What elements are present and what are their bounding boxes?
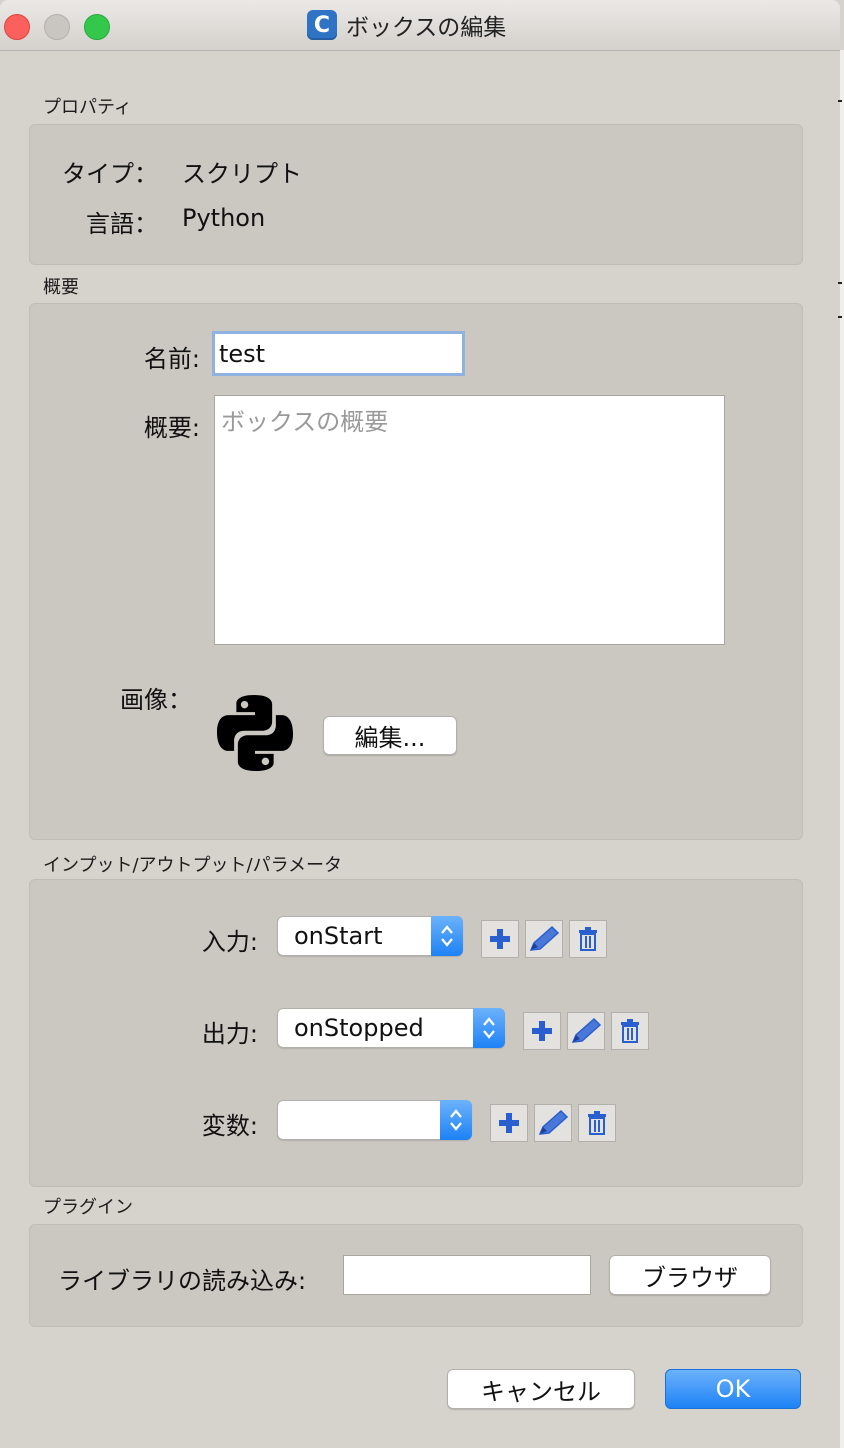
edit-pencil-icon (571, 1017, 602, 1043)
name-field[interactable] (212, 331, 465, 376)
description-label: 概要: (143, 414, 200, 442)
app-icon: C (307, 10, 337, 40)
cancel-button[interactable]: キャンセル (447, 1369, 635, 1409)
python-logo-icon (216, 694, 294, 772)
edit-pencil-icon (529, 925, 560, 951)
language-value: Python (182, 204, 266, 232)
output-label: 出力: (201, 1020, 258, 1048)
trash-icon (621, 1019, 639, 1043)
stepper-arrows-icon (431, 916, 463, 956)
library-path-field[interactable] (343, 1255, 591, 1295)
edge-mark (838, 100, 842, 102)
overview-section-label: 概要 (43, 277, 79, 298)
properties-section-label: プロパティ (43, 97, 132, 118)
window-edge (840, 50, 844, 1448)
edit-pencil-icon (538, 1109, 569, 1135)
ok-button[interactable]: OK (665, 1369, 801, 1409)
image-edit-button[interactable]: 編集... (323, 716, 457, 755)
plugin-section-label: プラグイン (43, 1197, 133, 1218)
language-label: 言語： (86, 210, 158, 238)
name-label: 名前: (143, 345, 200, 373)
window-title-group: C ボックスの編集 (307, 9, 506, 41)
trash-icon (579, 927, 597, 951)
minimize-icon[interactable] (44, 14, 70, 40)
add-input-button[interactable] (481, 920, 519, 958)
add-icon (499, 1113, 519, 1133)
description-field[interactable] (214, 395, 725, 645)
input-select-value: onStart (294, 922, 383, 950)
output-select-value: onStopped (294, 1014, 424, 1042)
delete-input-button[interactable] (569, 920, 607, 958)
input-select[interactable]: onStart (277, 916, 463, 956)
delete-output-button[interactable] (611, 1012, 649, 1050)
edit-output-button[interactable] (567, 1012, 605, 1050)
add-icon (490, 929, 510, 949)
delete-variable-button[interactable] (578, 1104, 616, 1142)
properties-panel (29, 124, 803, 265)
variable-select[interactable] (277, 1100, 472, 1140)
add-output-button[interactable] (523, 1012, 561, 1050)
type-label: タイプ： (62, 160, 158, 188)
add-icon (532, 1021, 552, 1041)
image-label: 画像： (120, 686, 192, 714)
library-label: ライブラリの読み込み: (58, 1267, 307, 1295)
title-bar: C ボックスの編集 (0, 0, 840, 51)
window-title: ボックスの編集 (346, 15, 507, 41)
trash-icon (588, 1111, 606, 1135)
stepper-arrows-icon (440, 1100, 472, 1140)
add-variable-button[interactable] (490, 1104, 528, 1142)
edge-mark (838, 282, 842, 284)
input-label: 入力: (201, 928, 258, 956)
edit-variable-button[interactable] (534, 1104, 572, 1142)
output-select[interactable]: onStopped (277, 1008, 505, 1048)
edit-input-button[interactable] (525, 920, 563, 958)
zoom-icon[interactable] (84, 14, 110, 40)
variable-label: 変数: (201, 1112, 258, 1140)
stepper-arrows-icon (473, 1008, 505, 1048)
close-icon[interactable] (4, 14, 30, 40)
browse-button[interactable]: ブラウザ (609, 1255, 771, 1295)
edge-mark (838, 316, 842, 318)
io-section-label: インプット/アウトプット/パラメータ (43, 855, 343, 876)
type-value: スクリプト (182, 160, 302, 188)
